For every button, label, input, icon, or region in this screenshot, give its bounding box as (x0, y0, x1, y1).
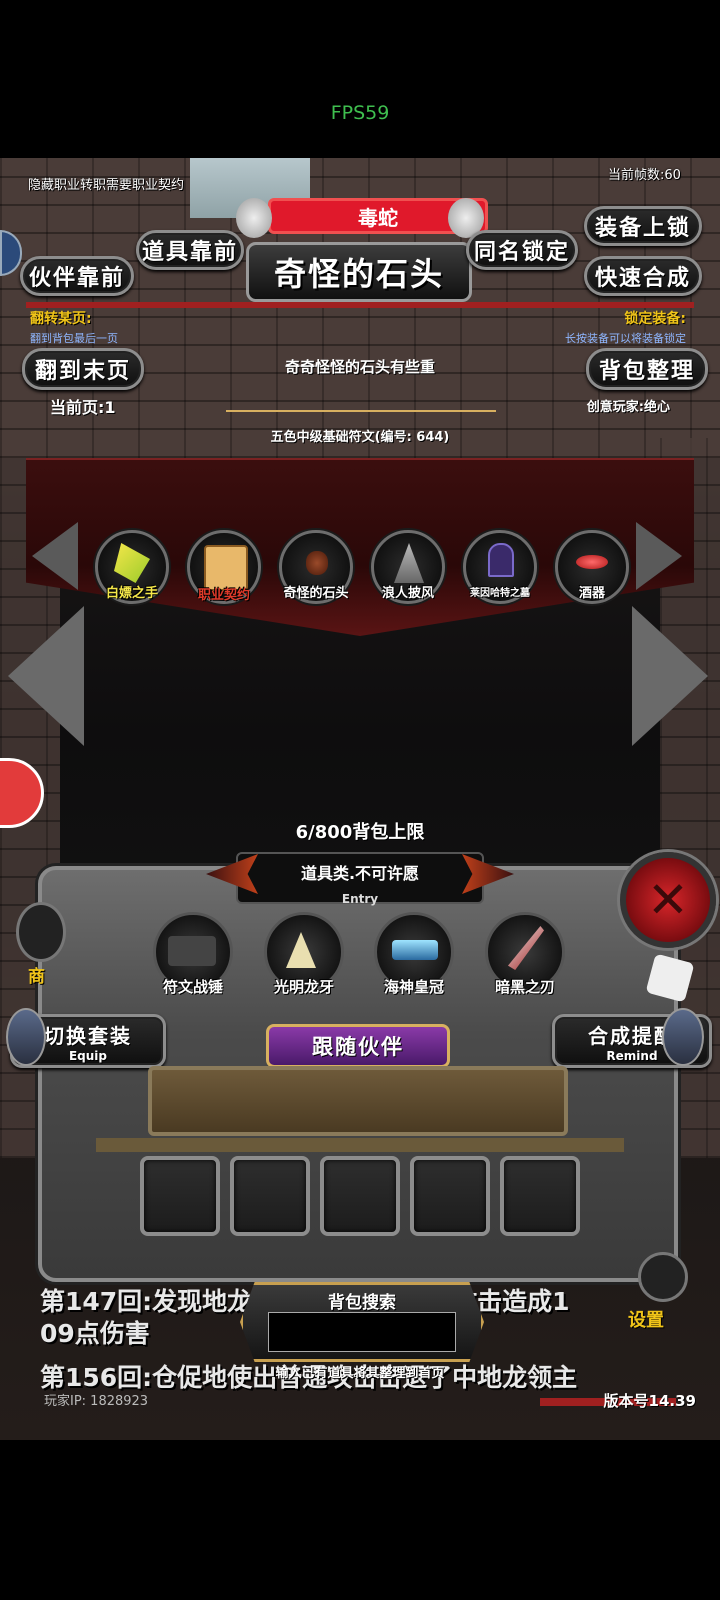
merge-remind-sub: Remind (606, 1048, 658, 1063)
next-arrow-small-icon[interactable] (636, 522, 682, 590)
game-screen: 隐藏职业转职需要职业契约 当前帧数:60 毒蛇 奇怪的石头 道具靠前 伙伴靠前 … (0, 158, 720, 1440)
prev-page-arrow-icon[interactable] (8, 606, 84, 746)
battle-log-line-2: 09点伤害 (40, 1319, 150, 1348)
bag-item-label-3: 奇怪的石头 (283, 586, 349, 601)
bag-item-label-6: 酒器 (578, 586, 605, 601)
item-description: 奇奇怪怪的石头有些重 (284, 358, 435, 376)
lock-hint-title: 锁定装备: (624, 311, 686, 327)
follow-partner-button[interactable]: 跟随伙伴 (266, 1024, 450, 1068)
bag-item-label-4: 浪人披风 (381, 586, 434, 601)
same-name-lock-button[interactable]: 同名锁定 (466, 230, 578, 270)
quick-merge-button[interactable]: 快速合成 (584, 256, 702, 296)
ronin-cloak-icon (394, 543, 424, 583)
switch-set-sub: Equip (68, 1048, 108, 1063)
creator-credit: 创意玩家:绝心 (586, 400, 670, 415)
bag-capacity: 6/800背包上限 (295, 822, 425, 843)
helmet-right-icon (662, 1008, 704, 1066)
bag-item-label-2: 职业契约 (197, 588, 250, 603)
strange-stone-icon (306, 551, 328, 575)
job-notice: 隐藏职业转职需要职业契约 (28, 178, 185, 193)
version-label: 版本号14.39 (603, 1392, 696, 1410)
fps-counter: FPS59 (330, 102, 390, 124)
banner-rod (26, 302, 694, 308)
skull-left-icon (236, 198, 272, 238)
golden-hand-icon (114, 543, 150, 583)
wine-vessel-icon (576, 555, 608, 569)
pet-name: 毒蛇 (358, 205, 398, 230)
partner-slot-5[interactable] (500, 1156, 580, 1236)
helmet-left-icon (6, 1008, 46, 1066)
bag-item-label-5: 莱因哈特之墓 (470, 588, 530, 599)
equip-label-1: 符文战锤 (162, 978, 223, 996)
item-title-plate: 奇怪的石头 (246, 242, 472, 302)
item-source: 五色中级基础符文(编号: 644) (270, 430, 450, 445)
bag-item-label-1: 白嫖之手 (105, 586, 158, 601)
switch-set-label: 切换套装 (44, 1023, 132, 1048)
divider (226, 410, 496, 412)
rune-hammer-icon (168, 936, 216, 966)
partner-slot-4[interactable] (410, 1156, 490, 1236)
settings-gear-icon[interactable] (638, 1252, 688, 1302)
flip-hint-title: 翻转某页: (30, 311, 92, 327)
equip-label-4: 暗黑之刃 (494, 978, 555, 996)
settings-label: 设置 (628, 1310, 664, 1331)
flip-hint-desc: 翻到背包最后一页 (30, 332, 118, 345)
tombstone-icon (488, 543, 514, 577)
partners-first-button[interactable]: 伙伴靠前 (20, 256, 134, 296)
equip-lock-button[interactable]: 装备上锁 (584, 206, 702, 246)
next-page-arrow-icon[interactable] (632, 606, 708, 746)
items-first-button[interactable]: 道具靠前 (136, 230, 244, 270)
partner-slot-3[interactable] (320, 1156, 400, 1236)
shop-icon[interactable] (16, 902, 66, 962)
search-hint: 输入已有道具将其整理到首页 (275, 1366, 445, 1381)
partner-shelf (148, 1066, 568, 1136)
equip-label-3: 海神皇冠 (383, 978, 444, 996)
lock-hint-desc: 长按装备可以将装备锁定 (565, 332, 686, 345)
partner-slot-2[interactable] (230, 1156, 310, 1236)
frame-count: 当前帧数:60 (608, 168, 681, 183)
equip-label-2: 光明龙牙 (273, 978, 334, 996)
partner-slot-1[interactable] (140, 1156, 220, 1236)
item-title: 奇怪的石头 (273, 255, 444, 293)
search-input[interactable] (268, 1312, 456, 1352)
poseidon-crown-icon (392, 940, 438, 960)
prev-arrow-small-icon[interactable] (32, 522, 78, 590)
category-sub: Entry (341, 892, 379, 906)
shelf-base (96, 1138, 624, 1152)
current-page: 当前页:1 (50, 398, 116, 417)
shop-label: 商 (28, 967, 45, 987)
player-ip: 玩家IP: 1828923 (44, 1394, 149, 1409)
close-icon[interactable]: ✕ (620, 852, 716, 948)
category-label: 道具类.不可许愿 (300, 864, 420, 883)
search-title: 背包搜索 (328, 1293, 396, 1313)
